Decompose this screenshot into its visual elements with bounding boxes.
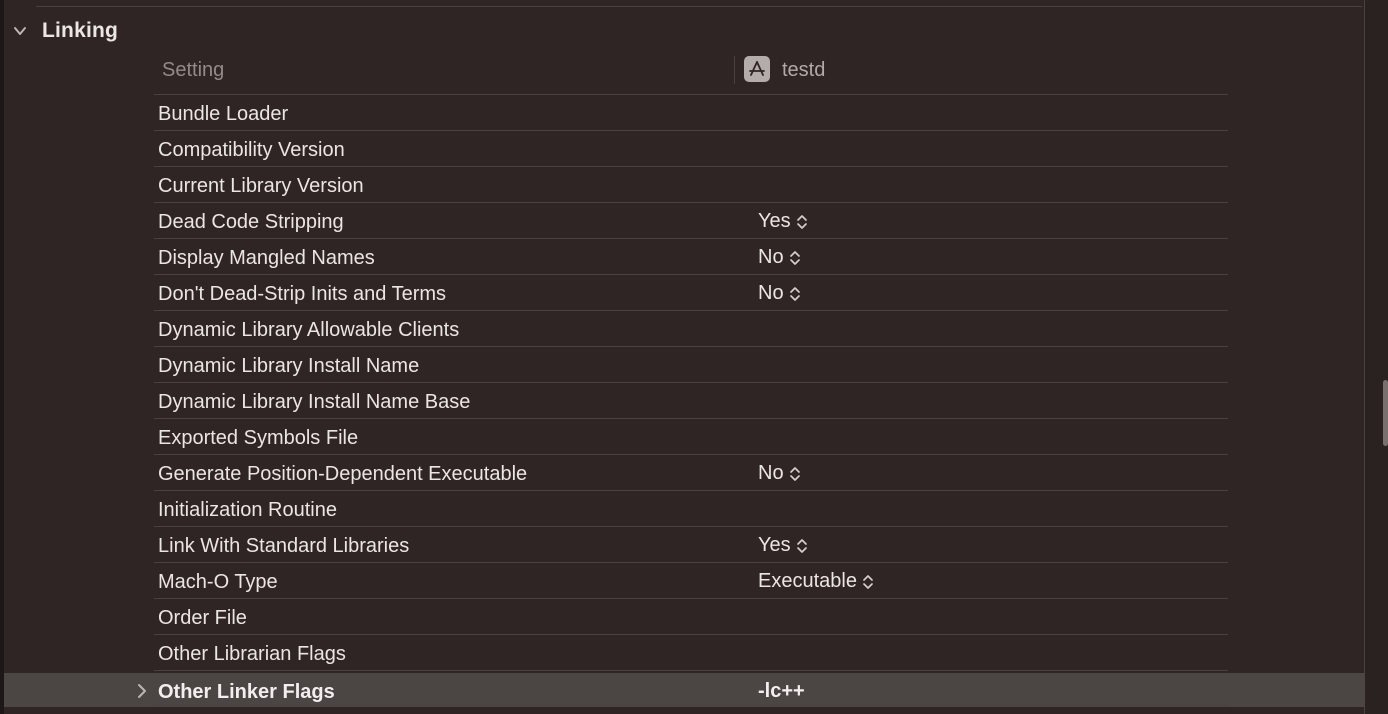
table-row[interactable]: Order File: [0, 599, 1228, 635]
setting-value-popup[interactable]: Yes: [758, 203, 808, 239]
setting-value-text: No: [758, 246, 784, 268]
row-divider: [154, 670, 1228, 671]
top-divider: [36, 6, 1362, 7]
setting-name: Dynamic Library Install Name Base: [158, 391, 471, 413]
table-row[interactable]: Current Library Version: [0, 167, 1228, 203]
section-header-linking[interactable]: Linking: [10, 16, 118, 46]
setting-name: Dead Code Stripping: [158, 211, 344, 233]
chevron-right-icon[interactable]: [132, 681, 152, 701]
setting-value[interactable]: -lc++: [758, 673, 805, 709]
table-row[interactable]: Generate Position-Dependent Executable N…: [0, 455, 1228, 491]
setting-name: Mach-O Type: [158, 571, 278, 593]
table-row[interactable]: Initialization Routine: [0, 491, 1228, 527]
build-settings-panel: Linking Setting testd Bundle Loader Comp…: [0, 0, 1388, 714]
setting-value-text: Yes: [758, 210, 791, 232]
table-row[interactable]: Mach-O Type Executable: [0, 563, 1228, 599]
up-down-stepper-icon[interactable]: [862, 574, 874, 590]
table-row[interactable]: Dynamic Library Install Name: [0, 347, 1228, 383]
setting-value-text: No: [758, 462, 784, 484]
setting-name: Exported Symbols File: [158, 427, 359, 449]
table-row[interactable]: Dynamic Library Install Name Base: [0, 383, 1228, 419]
table-row[interactable]: Link With Standard Libraries Yes: [0, 527, 1228, 563]
vertical-scrollbar[interactable]: [1365, 0, 1388, 714]
section-title: Linking: [42, 19, 119, 42]
setting-name: Current Library Version: [158, 175, 364, 197]
up-down-stepper-icon[interactable]: [789, 466, 801, 482]
setting-value-popup[interactable]: No: [758, 275, 801, 311]
setting-name: Initialization Routine: [158, 499, 337, 521]
up-down-stepper-icon[interactable]: [789, 250, 801, 266]
setting-value-popup[interactable]: No: [758, 455, 801, 491]
column-separator[interactable]: [734, 56, 735, 84]
selected-row-other-linker-flags[interactable]: Other Linker Flags -lc++: [4, 673, 1365, 707]
setting-value-text: Yes: [758, 534, 791, 556]
table-row[interactable]: Bundle Loader: [0, 95, 1228, 131]
setting-column-label[interactable]: Setting: [162, 52, 224, 88]
setting-name: Other Librarian Flags: [158, 643, 346, 665]
column-header: Setting testd: [154, 52, 1228, 95]
setting-name: Bundle Loader: [158, 103, 289, 125]
target-column-label[interactable]: testd: [782, 52, 825, 88]
table-row[interactable]: Dead Code Stripping Yes: [0, 203, 1228, 239]
setting-name: Dynamic Library Allowable Clients: [158, 319, 460, 341]
setting-value-popup[interactable]: No: [758, 239, 801, 275]
table-row[interactable]: Display Mangled Names No: [0, 239, 1228, 275]
table-row[interactable]: Dynamic Library Allowable Clients: [0, 311, 1228, 347]
setting-name: Generate Position-Dependent Executable: [158, 463, 528, 485]
scrollbar-thumb[interactable]: [1383, 380, 1388, 446]
settings-list: Bundle Loader Compatibility Version Curr…: [0, 95, 1228, 671]
setting-value-text: No: [758, 282, 784, 304]
setting-name: Other Linker Flags: [158, 681, 335, 703]
setting-value-popup[interactable]: Yes: [758, 527, 808, 563]
setting-name: Order File: [158, 607, 247, 629]
setting-name: Dynamic Library Install Name: [158, 355, 420, 377]
up-down-stepper-icon[interactable]: [796, 214, 808, 230]
up-down-stepper-icon[interactable]: [796, 538, 808, 554]
row-divider: [154, 705, 1228, 706]
app-target-icon: [744, 56, 770, 82]
table-row[interactable]: Don't Dead-Strip Inits and Terms No: [0, 275, 1228, 311]
table-row[interactable]: Other Librarian Flags: [0, 635, 1228, 671]
setting-value-popup[interactable]: Executable: [758, 563, 874, 599]
setting-name: Display Mangled Names: [158, 247, 375, 269]
table-row[interactable]: Exported Symbols File: [0, 419, 1228, 455]
up-down-stepper-icon[interactable]: [789, 286, 801, 302]
setting-value-text: Executable: [758, 570, 857, 592]
setting-name: Compatibility Version: [158, 139, 345, 161]
setting-name: Don't Dead-Strip Inits and Terms: [158, 283, 447, 305]
chevron-down-icon[interactable]: [10, 21, 30, 41]
table-row[interactable]: Compatibility Version: [0, 131, 1228, 167]
setting-name: Link With Standard Libraries: [158, 535, 410, 557]
